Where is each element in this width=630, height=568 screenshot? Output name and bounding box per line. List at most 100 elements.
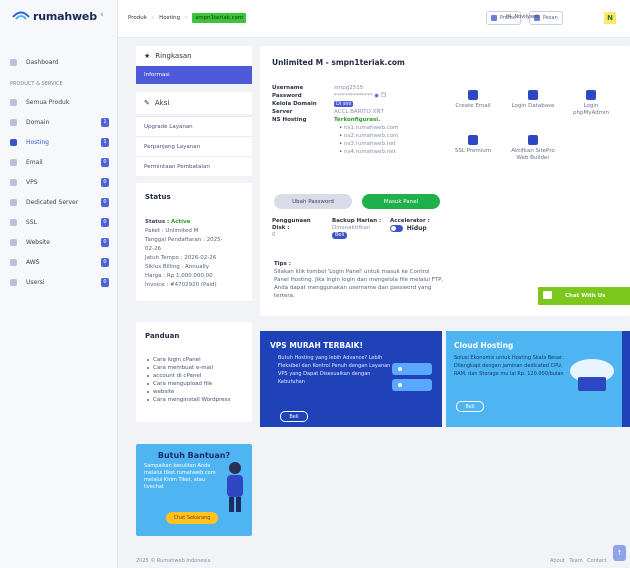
eye-icon[interactable]: ◉ xyxy=(374,93,379,99)
panduan-link[interactable]: Cara menginstall Wordpress xyxy=(147,396,243,404)
count-badge: 0 xyxy=(101,197,109,207)
status-line: Harga : Rp 1.000.000,00 xyxy=(145,273,213,279)
sidebar-item-label: Website xyxy=(26,238,50,246)
password-value: ************** ◉ ❐ xyxy=(334,93,386,101)
panduan-title: Panduan xyxy=(145,332,180,340)
user-greeting[interactable]: Hi, Novilyanti xyxy=(506,14,539,20)
username-label: Username xyxy=(272,85,304,91)
aksi-perpanjang-layanan[interactable]: Perpanjang Layanan xyxy=(136,136,252,156)
database-stack-icon xyxy=(586,90,596,100)
beli-cloud-button[interactable]: Beli xyxy=(456,401,484,412)
panduan-list: Cara login cPanel Cara membuat e-mail ac… xyxy=(145,356,243,404)
globe-icon xyxy=(528,135,538,145)
nameserver-item: ns1.rumahweb.com xyxy=(339,125,398,133)
login-database-link[interactable]: Login Database xyxy=(508,90,558,110)
sidebar-item-ssl[interactable]: SSL 0 xyxy=(0,212,118,232)
sidebar-item-label: Semua Produk xyxy=(26,98,70,106)
ssl-premium-link[interactable]: SSL Premium xyxy=(448,135,498,155)
ubah-password-button[interactable]: Ubah Password xyxy=(274,194,352,209)
pesan-label: Pesan xyxy=(543,15,558,21)
ns-hosting-label: NS Hosting xyxy=(272,117,307,123)
shield-icon xyxy=(468,135,478,145)
status-details: Status : Active Paket : Unlimited M Tang… xyxy=(145,218,243,290)
sidebar-item-label: Domain xyxy=(26,118,50,126)
status-panel: Status Status : Active Paket : Unlimited… xyxy=(136,183,252,301)
sidebar-item-label: Hosting xyxy=(26,138,49,146)
sidebar-item-domain[interactable]: Domain 1 xyxy=(0,112,118,132)
panduan-link-cont[interactable]: website xyxy=(147,388,243,396)
aksi-title: Aksi xyxy=(154,99,170,107)
chat-label: Chat With Us xyxy=(565,293,606,299)
status-line: Invoice : #4702920 (Paid) xyxy=(145,282,217,288)
sidebar-item-dashboard[interactable]: Dashboard xyxy=(0,52,118,72)
aksi-upgrade-layanan[interactable]: Upgrade Layanan xyxy=(136,116,252,136)
sidebar-item-label: Dashboard xyxy=(26,58,59,66)
disk-usage-value: 0 xyxy=(272,232,276,238)
ns-hosting-value: Terkonfigurasi. xyxy=(334,117,381,123)
sidebar-item-dedicated-server[interactable]: Dedicated Server 0 xyxy=(0,192,118,212)
ringkasan-item-informasi[interactable]: Informasi xyxy=(136,66,252,84)
breadcrumb-produk[interactable]: Produk xyxy=(128,15,147,21)
login-phpmyadmin-link[interactable]: Login phpMyAdmin xyxy=(566,90,616,117)
ringkasan-title: Ringkasan xyxy=(155,52,192,60)
create-email-link[interactable]: Create Email xyxy=(448,90,498,110)
tips-text: Silakan klik tombol 'Login Panel' untuk … xyxy=(274,269,444,299)
chat-sekarang-button[interactable]: Chat Sekarang xyxy=(166,512,218,524)
cloud-icon xyxy=(10,258,17,266)
status-line: 02-26 xyxy=(145,246,161,252)
panduan-link-cont[interactable]: account di cPanel xyxy=(147,372,243,380)
sidebar-item-hosting[interactable]: Hosting 1 xyxy=(0,132,118,152)
kelola-domain-link[interactable]: Di sini xyxy=(334,101,354,107)
sidebar-item-label: SSL xyxy=(26,218,37,226)
status-line: Paket : Unlimited M xyxy=(145,228,199,234)
chat-with-us-button[interactable]: Chat With Us xyxy=(538,287,630,305)
hosting-detail-panel: Unlimited M - smpn1teriak.com Username s… xyxy=(260,46,630,316)
globe-icon xyxy=(10,118,17,126)
sidebar-item-vps[interactable]: VPS 0 xyxy=(0,172,118,192)
panduan-panel: Panduan Cara login cPanel Cara membuat e… xyxy=(136,322,252,422)
backup-harian: Backup Harian : Dinonaktifkan Beli xyxy=(332,218,390,239)
quick-link-label: Login Database xyxy=(511,103,555,109)
aksi-header: ✎ Aksi xyxy=(136,92,252,114)
beli-backup-button[interactable]: Beli xyxy=(332,232,348,239)
promo-vps-title: VPS MURAH TERBAIK! xyxy=(270,341,363,350)
password-label: Password xyxy=(272,93,302,99)
breadcrumb-current: smpn1teriak.com xyxy=(192,13,247,23)
rack-icon xyxy=(10,198,17,206)
status-line: Jatuh Tempo : 2026-02-26 xyxy=(145,255,217,261)
quick-link-label: SSL Premium xyxy=(454,148,492,154)
accelerator-control: Hidup xyxy=(390,225,450,233)
masuk-panel-button[interactable]: Masuk Panel xyxy=(362,194,440,209)
avatar[interactable]: N xyxy=(604,12,616,24)
sitepro-builder-link[interactable]: Aktifkan SitePro Web Builder xyxy=(508,135,558,162)
disk-usage: Penggunaan Disk : 0 xyxy=(272,218,316,239)
promo-cloud-title: Cloud Hosting xyxy=(454,341,514,350)
copy-icon[interactable]: ❐ xyxy=(381,93,386,99)
promo-cloud-banner[interactable]: Cloud Hosting Solusi Ekonomis untuk Host… xyxy=(446,331,622,427)
disk-usage-label: Penggunaan Disk : xyxy=(272,218,311,231)
sidebar-item-email[interactable]: Email 0 xyxy=(0,152,118,172)
tips-label: Tips : xyxy=(274,261,291,267)
beli-vps-button[interactable]: Beli xyxy=(280,411,308,422)
breadcrumb-hosting[interactable]: Hosting xyxy=(159,15,180,21)
sidebar-item-semua-produk[interactable]: Semua Produk xyxy=(0,92,118,112)
scroll-to-top-button[interactable]: ↑ xyxy=(613,545,626,561)
collapse-sidebar-icon[interactable]: ‹ xyxy=(100,10,104,20)
sidebar-item-website[interactable]: Website 0 xyxy=(0,232,118,252)
mail-icon xyxy=(468,90,478,100)
panduan-link[interactable]: Cara login cPanel xyxy=(147,356,243,364)
promo-vps-banner[interactable]: VPS MURAH TERBAIK! Butuh Hosting yang le… xyxy=(260,331,442,427)
brand-logo[interactable]: rumahweb xyxy=(12,9,97,23)
count-badge: 0 xyxy=(101,177,109,187)
panduan-link[interactable]: Cara membuat e-mail xyxy=(147,364,243,372)
accelerator-value: Hidup xyxy=(406,225,427,232)
footer-links[interactable]: About Team Contact xyxy=(550,558,607,564)
wrench-icon: ✎ xyxy=(144,99,150,107)
sidebar-item-usersi[interactable]: Usersi 0 xyxy=(0,272,118,292)
panduan-link[interactable]: Cara mengupload file xyxy=(147,380,243,388)
grid-icon xyxy=(10,98,17,106)
accelerator-toggle[interactable] xyxy=(390,225,403,232)
kelola-domain-value: Di sini xyxy=(334,101,354,109)
sidebar-item-aws[interactable]: AWS 0 xyxy=(0,252,118,272)
aksi-permintaan-pembatalan[interactable]: Permintaan Pembatalan xyxy=(136,156,252,176)
